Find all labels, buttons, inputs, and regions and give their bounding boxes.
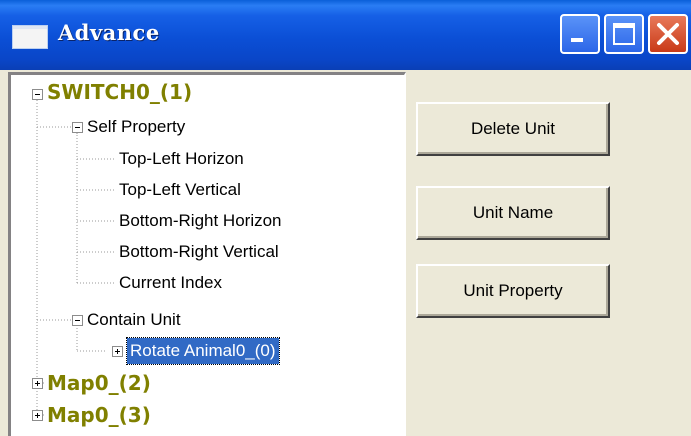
minimize-icon [571,38,583,42]
tree-node-self-property[interactable]: Self Property [87,113,185,141]
tree-node-contain-unit[interactable]: Contain Unit [87,306,181,334]
expand-icon[interactable] [112,346,123,357]
tree-node-rotate-animal0[interactable]: Rotate Animal0_(0) [126,337,280,365]
title-bar[interactable]: Advance [0,0,691,70]
tree-node-top-left-vertical[interactable]: Top-Left Vertical [119,176,241,204]
advance-window: Advance SWITCH0_(1) Self Property Top-Le… [0,0,691,436]
maximize-button[interactable] [604,14,644,54]
expand-icon[interactable] [32,410,43,421]
minimize-button[interactable] [560,14,600,54]
tree-node-map0-3[interactable]: Map0_(3) [47,401,151,429]
unit-name-button[interactable]: Unit Name [416,186,610,240]
close-button[interactable] [648,14,688,54]
tree-node-bottom-right-horizon[interactable]: Bottom-Right Horizon [119,207,282,235]
tree-node-map0-2[interactable]: Map0_(2) [47,369,151,397]
tree-node-bottom-right-vertical[interactable]: Bottom-Right Vertical [119,238,279,266]
unit-property-button[interactable]: Unit Property [416,264,610,318]
tree-node-top-left-horizon[interactable]: Top-Left Horizon [119,145,244,173]
window-icon [12,25,48,49]
maximize-icon [613,23,635,45]
close-icon [657,23,679,45]
expand-icon[interactable] [32,378,43,389]
unit-tree[interactable]: SWITCH0_(1) Self Property Top-Left Horiz… [8,72,406,436]
tree-node-switch0[interactable]: SWITCH0_(1) [47,78,192,106]
collapse-icon[interactable] [72,315,83,326]
tree-node-current-index[interactable]: Current Index [119,269,222,297]
delete-unit-button[interactable]: Delete Unit [416,102,610,156]
collapse-icon[interactable] [32,89,43,100]
collapse-icon[interactable] [72,122,83,133]
window-title: Advance [58,20,160,45]
